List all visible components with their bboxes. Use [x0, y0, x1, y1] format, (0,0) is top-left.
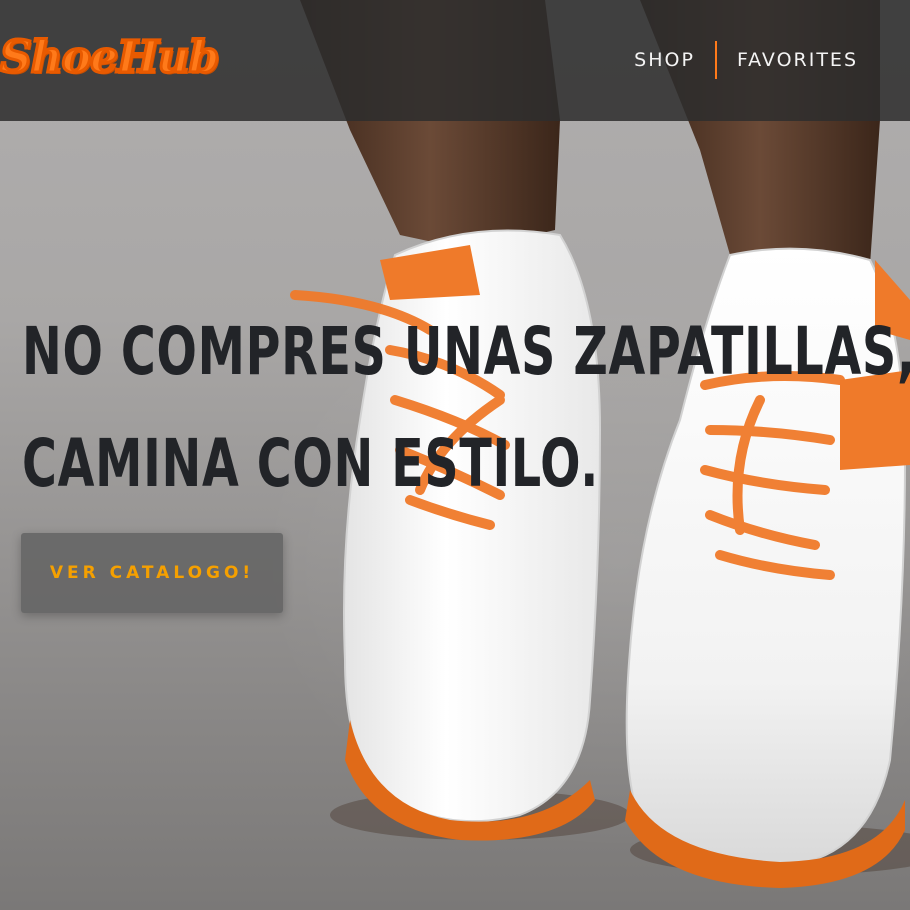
hero-headline-line-1: NO COMPRES UNAS ZAPATILLAS,: [22, 313, 910, 390]
main-nav: SHOP FAVORITES: [634, 40, 858, 80]
nav-divider: [714, 41, 717, 79]
hero-headline: NO COMPRES UNAS ZAPATILLAS, CAMINA CON E…: [22, 296, 910, 520]
view-catalog-button[interactable]: VER CATALOGO!: [21, 533, 283, 613]
nav-link-shop[interactable]: SHOP: [634, 40, 695, 80]
top-navbar: ShoeHub SHOP FAVORITES: [0, 0, 910, 121]
shoehub-logo[interactable]: ShoeHub: [0, 18, 221, 98]
hero-headline-line-2: CAMINA CON ESTILO.: [22, 425, 600, 502]
nav-link-favorites[interactable]: FAVORITES: [737, 40, 858, 80]
